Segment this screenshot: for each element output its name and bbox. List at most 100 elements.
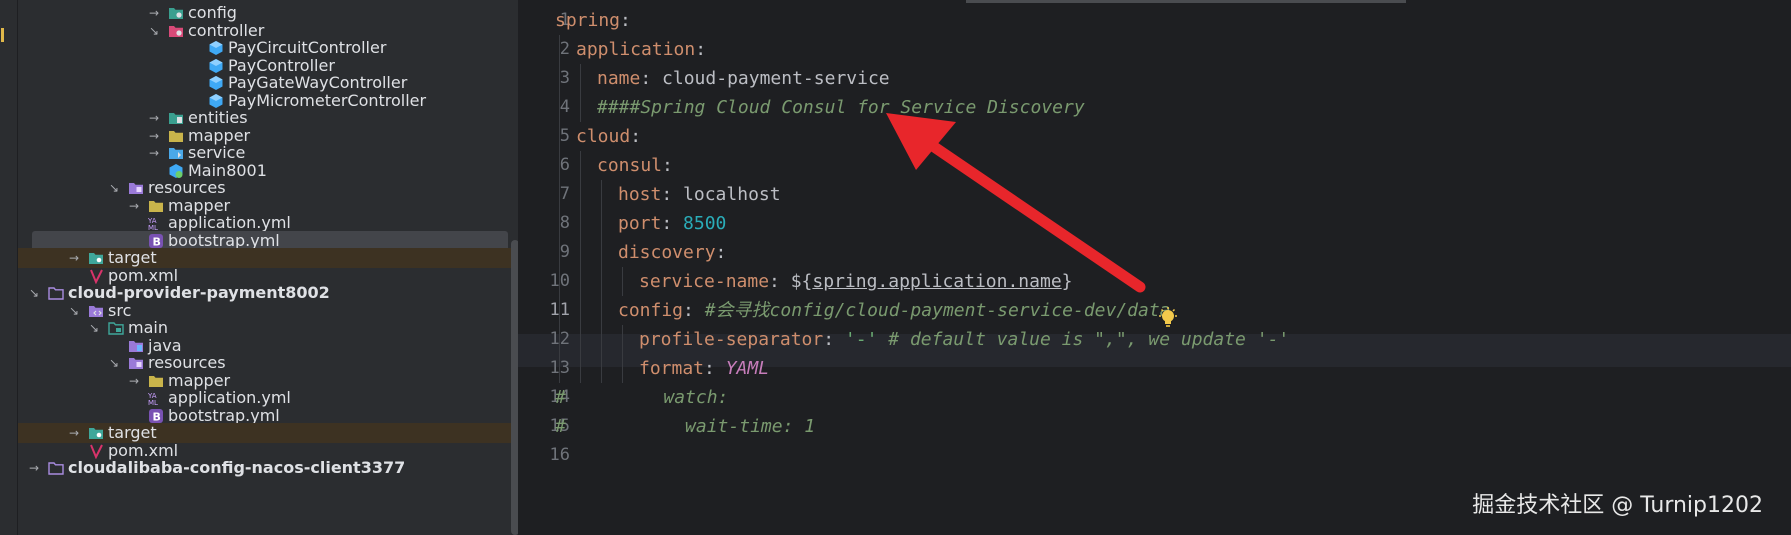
indent-guide bbox=[559, 151, 560, 180]
tree-item-label: cloudalibaba-config-nacos-client3377 bbox=[68, 458, 406, 477]
spring-main-icon bbox=[169, 163, 183, 178]
code-token: spring.application.name bbox=[812, 271, 1062, 292]
indent-guide bbox=[580, 267, 581, 296]
code-token: ####Spring Cloud Consul for Service Disc… bbox=[597, 97, 1085, 118]
indent-guide bbox=[601, 209, 602, 238]
target-folder-icon bbox=[89, 253, 103, 264]
indent-guide bbox=[580, 64, 581, 93]
code-token: discovery bbox=[618, 242, 716, 263]
indent-guide bbox=[622, 354, 623, 383]
indent-guide bbox=[580, 325, 581, 354]
bootstrap-icon: B bbox=[149, 408, 163, 423]
code-token: # default value is ",", we update '-' bbox=[877, 329, 1290, 350]
code-token: name bbox=[597, 68, 641, 89]
left-tool-gutter bbox=[0, 0, 18, 535]
indent-guide bbox=[580, 180, 581, 209]
yaml-icon: YAML bbox=[148, 217, 158, 231]
service-folder-icon bbox=[169, 148, 183, 159]
module-folder-icon bbox=[48, 462, 64, 475]
code-token: : bbox=[704, 358, 726, 379]
entities-folder-icon bbox=[169, 113, 183, 124]
code-token: 8500 bbox=[683, 213, 727, 234]
watermark-text: 掘金技术社区 @ Turnip1202 bbox=[1472, 493, 1763, 518]
code-token: : bbox=[640, 68, 663, 89]
indent-guide bbox=[601, 180, 602, 209]
tree-item-cloudalibaba-config-nacos-client3377[interactable]: → cloudalibaba-config-nacos-client3377 bbox=[18, 458, 518, 478]
code-token: : bbox=[662, 155, 673, 176]
code-token: config bbox=[618, 300, 684, 321]
folder-icon bbox=[149, 375, 163, 387]
maven-icon bbox=[90, 444, 103, 459]
code-token: format bbox=[639, 358, 705, 379]
code-token: profile-separator bbox=[639, 329, 824, 350]
indent-guide bbox=[559, 122, 560, 151]
editor-horizontal-scrollbar[interactable] bbox=[966, 0, 1406, 3]
class-icon bbox=[209, 41, 223, 55]
resources-folder-icon bbox=[129, 358, 143, 369]
class-icon bbox=[209, 93, 223, 108]
indent-guide bbox=[580, 354, 581, 383]
indent-guide bbox=[559, 209, 560, 238]
code-token: #会寻找config/cloud-payment-service-dev/dat… bbox=[704, 300, 1171, 321]
java-folder-icon bbox=[129, 340, 143, 352]
indent-guide bbox=[559, 354, 560, 383]
code-token: spring bbox=[555, 10, 621, 31]
maven-icon bbox=[90, 269, 103, 284]
bootstrap-icon: B bbox=[149, 233, 163, 248]
code-token: cloud bbox=[576, 126, 631, 147]
indent-guide bbox=[580, 151, 581, 180]
indent-guide bbox=[601, 238, 602, 267]
code-token: : bbox=[661, 184, 684, 205]
svg-text:B: B bbox=[153, 410, 161, 423]
code-token: # watch: bbox=[555, 387, 729, 408]
main-folder-icon bbox=[108, 322, 124, 335]
yaml-icon: YAML bbox=[148, 392, 158, 406]
code-token: consul bbox=[597, 155, 663, 176]
indent-guide bbox=[559, 93, 560, 122]
indent-guide bbox=[580, 209, 581, 238]
indent-guide bbox=[559, 296, 560, 325]
config-folder-icon bbox=[169, 8, 183, 19]
code-token: } bbox=[1061, 271, 1073, 292]
indent-guide bbox=[601, 354, 602, 383]
code-token: : bbox=[715, 242, 727, 263]
project-tree-panel[interactable]: → config ↘ controller PayCircuitController Pa… bbox=[18, 0, 518, 535]
code-token: YAML bbox=[725, 358, 770, 379]
resources-folder-icon bbox=[129, 183, 143, 194]
indent-guide bbox=[559, 325, 560, 354]
line-number[interactable]: 16 bbox=[518, 439, 570, 472]
chevron-collapsed-icon[interactable]: → bbox=[28, 458, 40, 478]
code-token: localhost bbox=[683, 184, 781, 205]
indent-guide bbox=[580, 93, 581, 122]
code-token: : bbox=[620, 10, 631, 31]
module-folder-icon bbox=[48, 287, 64, 300]
controller-folder-icon bbox=[169, 25, 183, 37]
code-token: : bbox=[630, 126, 642, 147]
code-token: port bbox=[618, 213, 662, 234]
code-editor[interactable]: 1 spring: 2 application: 3 name: cloud-paymen… bbox=[518, 0, 1791, 535]
class-icon bbox=[209, 76, 223, 90]
code-token: host bbox=[618, 184, 662, 205]
indent-guide bbox=[601, 325, 602, 354]
lightbulb-intention-icon[interactable] bbox=[1158, 307, 1178, 329]
target-folder-icon bbox=[89, 428, 103, 439]
folder-icon bbox=[169, 130, 183, 142]
code-token: : bbox=[823, 329, 845, 350]
bookmark-marker[interactable] bbox=[1, 28, 4, 42]
code-line[interactable]: 16 bbox=[518, 439, 1791, 472]
code-token: application bbox=[576, 39, 696, 60]
indent-guide bbox=[559, 180, 560, 209]
src-folder-icon bbox=[89, 305, 103, 317]
code-token: : ${ bbox=[769, 271, 813, 292]
indent-guide bbox=[622, 325, 623, 354]
indent-guide bbox=[559, 267, 560, 296]
code-token: service-name bbox=[639, 271, 770, 292]
code-token: : bbox=[695, 39, 707, 60]
code-token: : bbox=[683, 300, 705, 321]
indent-guide bbox=[622, 267, 623, 296]
code-token: '-' bbox=[844, 329, 878, 350]
indent-guide bbox=[559, 238, 560, 267]
indent-guide bbox=[559, 35, 560, 64]
code-token: : bbox=[661, 213, 684, 234]
folder-icon bbox=[149, 200, 163, 212]
